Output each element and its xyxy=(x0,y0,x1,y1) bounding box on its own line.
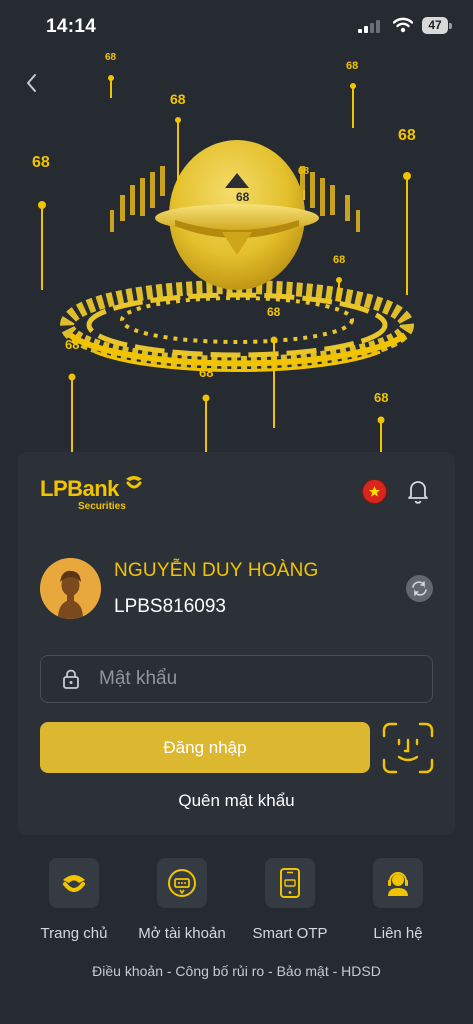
badge-68: 68 xyxy=(346,60,359,72)
lpbank-logo: LPBank Securities xyxy=(40,476,150,518)
quick-action-home[interactable]: Trang chủ xyxy=(19,858,129,942)
badge-68: 68 xyxy=(105,52,117,63)
support-agent-icon xyxy=(388,872,408,896)
badge-68: 68 xyxy=(333,254,346,266)
battery-indicator: 47 xyxy=(422,17,448,34)
avatar xyxy=(40,558,101,619)
badge-68: 68 xyxy=(298,166,310,177)
quick-action-contact[interactable]: Liên hệ xyxy=(343,858,453,942)
quick-action-smart-otp[interactable]: Smart OTP xyxy=(235,858,345,942)
brand-sub: Securities xyxy=(78,501,126,512)
brand-mark-icon xyxy=(126,476,142,489)
status-time: 14:14 xyxy=(46,16,97,37)
quick-action-label: Liên hệ xyxy=(373,925,423,942)
login-button[interactable]: Đăng nhập xyxy=(40,722,370,773)
star-icon xyxy=(369,486,380,497)
face-id-icon[interactable] xyxy=(382,722,434,774)
badge-68: 68 xyxy=(199,365,214,380)
password-field[interactable] xyxy=(40,655,433,703)
quick-action-icon-box xyxy=(265,858,315,908)
user-name: NGUYỄN DUY HOÀNG xyxy=(114,560,319,581)
footer-links[interactable]: Điều khoản - Công bố rủi ro - Bảo mật - … xyxy=(0,963,473,979)
badge-68: 68 xyxy=(374,390,389,405)
badge-68: 68 xyxy=(65,337,80,352)
wifi-icon xyxy=(393,17,413,33)
switch-account-button[interactable] xyxy=(406,575,433,602)
badge-68: 68 xyxy=(236,190,250,204)
bell-icon[interactable] xyxy=(405,477,431,505)
battery-tip xyxy=(449,23,452,29)
quick-action-icon-box xyxy=(157,858,207,908)
user-account-id: LPBS816093 xyxy=(114,596,226,617)
quick-action-label: Mở tài khoản xyxy=(138,925,226,942)
swap-arrows-icon xyxy=(412,581,427,596)
badge-68: 68 xyxy=(170,91,186,107)
badge-68: 68 xyxy=(398,127,416,144)
status-bar: 14:14 47 xyxy=(0,0,473,50)
user-silhouette-icon xyxy=(40,558,101,619)
quick-action-label: Smart OTP xyxy=(252,925,328,942)
forgot-password-link[interactable]: Quên mật khẩu xyxy=(18,791,455,811)
badge-68: 68 xyxy=(267,305,281,319)
quick-action-label: Trang chủ xyxy=(40,925,108,942)
smart-otp-icon xyxy=(280,868,300,898)
badge-68: 68 xyxy=(32,154,50,171)
open-account-icon xyxy=(168,869,196,897)
brand-name: LPBank xyxy=(40,476,119,501)
quick-action-icon-box xyxy=(373,858,423,908)
login-screen: 14:14 47 68 68 68 68 68 68 68 68 68 68 6… xyxy=(0,0,473,1024)
quick-action-icon-box xyxy=(49,858,99,908)
cellular-signal-icon xyxy=(358,20,380,33)
password-input[interactable] xyxy=(99,656,419,702)
login-card: LPBank Securities NGUYỄN DUY HOÀNG LPBS8… xyxy=(18,452,455,835)
home-coin-icon xyxy=(63,875,85,892)
quick-action-open-account[interactable]: Mở tài khoản xyxy=(127,858,237,942)
hero-coin-illustration xyxy=(38,75,414,460)
lock-icon xyxy=(63,669,79,689)
language-flag-vn[interactable] xyxy=(362,479,387,504)
